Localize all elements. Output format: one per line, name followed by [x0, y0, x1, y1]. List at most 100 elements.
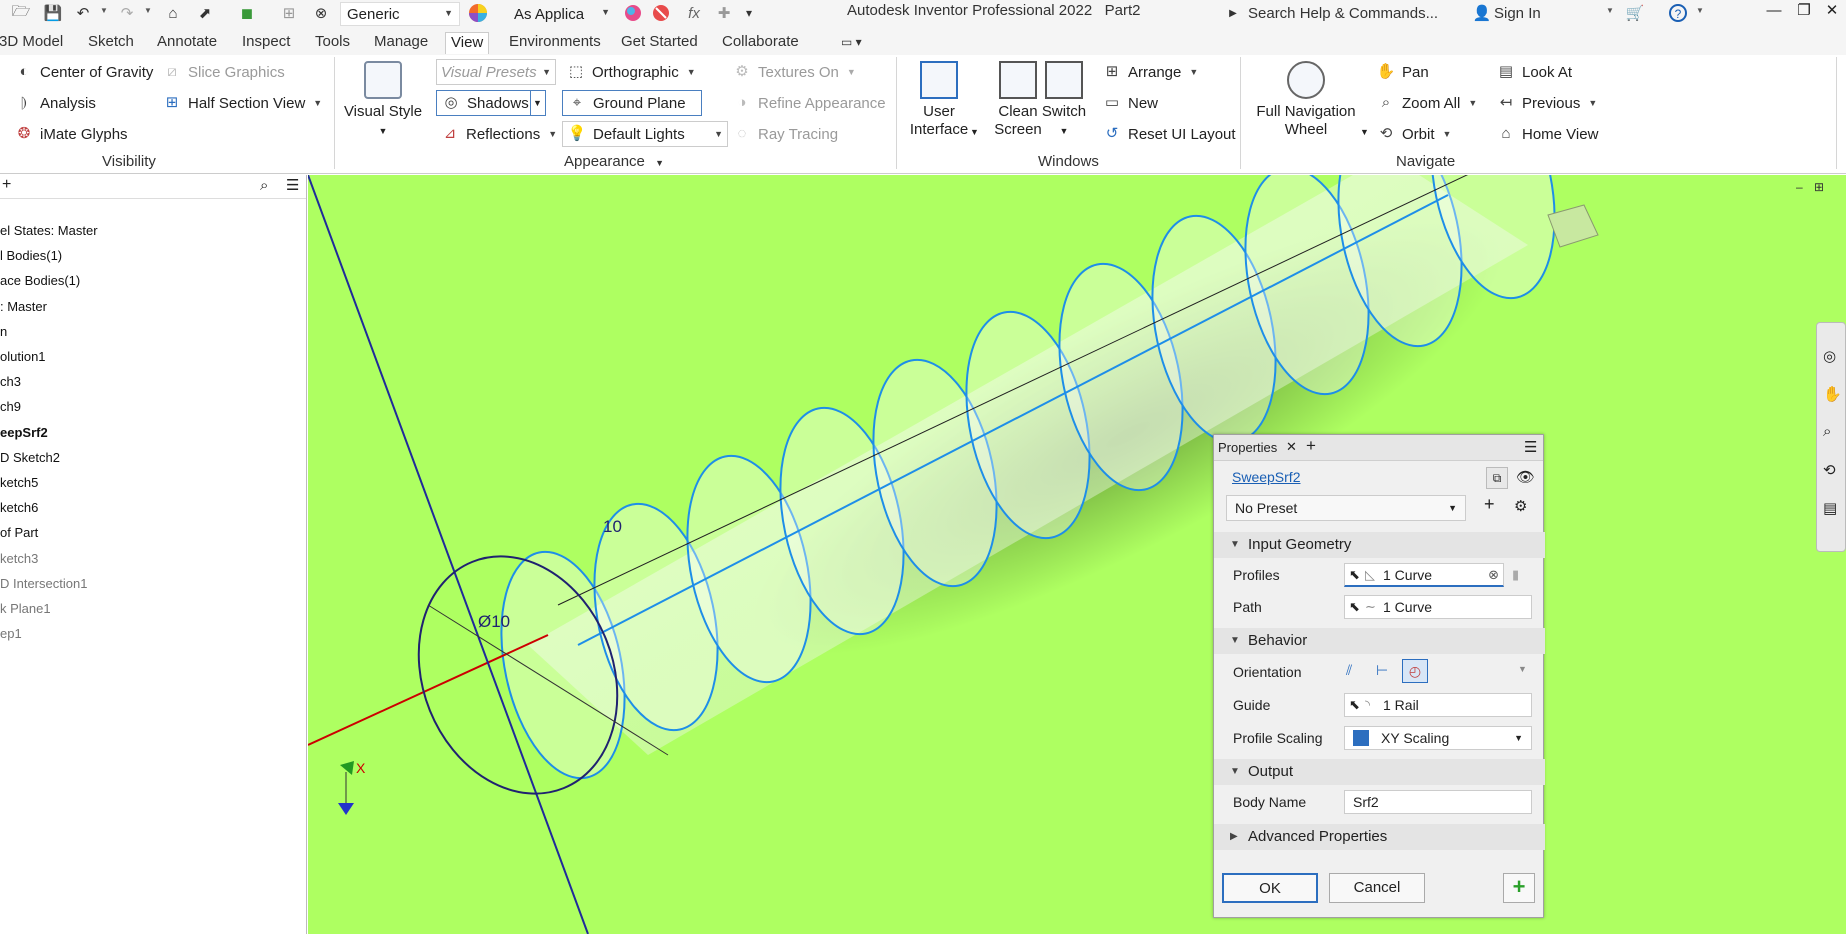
ribbon-display-options-icon[interactable]: ▭ ▾ — [836, 32, 867, 54]
appearance-combo[interactable]: Generic ▼ — [340, 2, 460, 26]
material-combo[interactable]: As Applica ▼ — [508, 2, 616, 26]
browser-tree-item[interactable]: ace Bodies(1) — [0, 273, 80, 288]
browser-tree-item[interactable]: n — [0, 324, 7, 339]
path-orientation-icon[interactable]: ⫽ — [1346, 662, 1352, 679]
dimension-diameter-label[interactable]: Ø10 — [478, 612, 510, 631]
browser-tree-item[interactable]: ketch5 — [0, 475, 38, 490]
tab-manage[interactable]: Manage — [369, 32, 433, 54]
zoom-nav-icon[interactable]: ⌕ — [1823, 423, 1831, 440]
tab-get-started[interactable]: Get Started — [616, 32, 703, 54]
open-folder-icon[interactable]: 🗁 — [10, 2, 32, 24]
menu-icon[interactable]: ☰ — [286, 176, 299, 194]
help-icon[interactable]: ? — [1666, 2, 1690, 24]
redo-icon[interactable]: ↷ — [116, 2, 138, 24]
pan-button[interactable]: ✋ Pan — [1376, 59, 1429, 85]
tab-collaborate[interactable]: Collaborate — [717, 32, 804, 54]
help-dropdown-icon[interactable]: ▼ — [1696, 6, 1704, 15]
browser-tree-item[interactable]: D Sketch2 — [0, 450, 60, 465]
behavior-section[interactable]: ▼ Behavior — [1214, 628, 1545, 654]
user-interface-dropdown-icon[interactable]: ▼ — [970, 119, 979, 145]
new-window-button[interactable]: ▭ New — [1102, 90, 1158, 116]
chevron-down-icon[interactable]: ▼ — [1518, 664, 1527, 674]
clear-appearance-icon[interactable] — [650, 2, 672, 24]
ray-tracing-button[interactable]: ◌ Ray Tracing — [732, 121, 839, 147]
slice-graphics-button[interactable]: ⧄ Slice Graphics — [162, 59, 284, 85]
restore-icon[interactable]: ❐ — [1790, 0, 1818, 26]
cancel-button[interactable]: Cancel — [1329, 873, 1425, 903]
apply-plus-button[interactable]: + — [1503, 873, 1535, 903]
measure-icon[interactable]: ⊞ — [278, 2, 300, 24]
default-lights-combo[interactable]: 💡 Default Lights ▼ — [562, 121, 728, 147]
select-icon[interactable]: ⬈ — [194, 2, 216, 24]
undo-dropdown-icon[interactable]: ▼ — [100, 6, 108, 15]
color-wheel-icon[interactable] — [466, 2, 490, 24]
cart-icon[interactable]: 🛒 — [1622, 2, 1648, 24]
properties-tab[interactable]: Properties — [1218, 440, 1277, 455]
panel-menu-icon[interactable]: ☰ — [1524, 438, 1537, 456]
ground-plane-button[interactable]: ⌖ Ground Plane — [562, 90, 702, 116]
arrow-right-icon[interactable]: ▶ — [1228, 2, 1238, 24]
path-selector[interactable]: ⬉ ∼ 1 Curve — [1344, 595, 1532, 619]
add-tab-icon[interactable]: + — [1306, 436, 1316, 456]
chevron-down-icon[interactable]: ▼ — [313, 98, 322, 108]
browser-tree-item[interactable]: ep1 — [0, 626, 22, 641]
imate-glyphs-button[interactable]: ❂ iMate Glyphs — [14, 121, 128, 147]
output-section[interactable]: ▼ Output — [1214, 759, 1545, 785]
browser-tree-item[interactable]: ch9 — [0, 399, 21, 414]
tab-annotate[interactable]: Annotate — [152, 32, 222, 54]
customize-quick-access-icon[interactable]: ▾ — [740, 2, 758, 24]
visibility-eye-icon[interactable]: 👁 — [1516, 468, 1535, 486]
refine-appearance-button[interactable]: ◑ Refine Appearance — [732, 90, 885, 116]
home-view-button[interactable]: ⌂ Home View — [1496, 121, 1598, 147]
search-help-field[interactable]: Search Help & Commands... — [1238, 0, 1478, 26]
orbit-nav-icon[interactable]: ⟲ — [1823, 461, 1836, 479]
shadows-dropdown[interactable]: ▼ — [530, 90, 546, 116]
guide-selector[interactable]: ⬉ ◝ 1 Rail — [1344, 693, 1532, 717]
tab-view[interactable]: View — [445, 32, 490, 54]
guide-orientation-icon[interactable]: ◴ — [1402, 659, 1428, 683]
add-panel-icon[interactable]: + — [2, 176, 11, 194]
add-preset-icon[interactable]: + — [1484, 494, 1495, 515]
arrange-button[interactable]: ⊞ Arrange ▼ — [1102, 59, 1199, 85]
viewport-tile-icon[interactable]: ⊞ — [1814, 180, 1824, 194]
browser-tree-item[interactable]: : Master — [0, 299, 47, 314]
home-icon[interactable]: ⌂ — [162, 2, 184, 24]
search-icon[interactable]: ⌕ — [260, 177, 268, 194]
appearance-group-label[interactable]: Appearance ▼ — [564, 153, 664, 170]
look-at-button[interactable]: ▤ Look At — [1496, 59, 1572, 85]
minimize-icon[interactable]: — — [1760, 0, 1788, 26]
browser-tree-item[interactable]: l Bodies(1) — [0, 248, 62, 263]
parallel-orientation-icon[interactable]: ⊢ — [1376, 662, 1388, 679]
browser-tree-item[interactable]: D Intersection1 — [0, 576, 87, 591]
fx-parameters-icon[interactable]: fx — [682, 2, 706, 24]
visual-presets-combo[interactable]: Visual Presets ▼ — [436, 59, 556, 85]
tab-tools[interactable]: Tools — [310, 32, 355, 54]
sign-in-button[interactable]: Sign In — [1494, 2, 1574, 24]
clear-selection-icon[interactable]: ⊗ — [1488, 564, 1499, 586]
undo-icon[interactable]: ↶ — [72, 2, 94, 24]
browser-tree-item[interactable]: olution1 — [0, 349, 46, 364]
close-icon[interactable]: ✕ — [1818, 0, 1846, 26]
profile-scaling-combo[interactable]: XY Scaling ▼ — [1344, 726, 1532, 750]
preset-combo[interactable]: No Preset ▼ — [1226, 495, 1466, 521]
orbit-button[interactable]: ⟲ Orbit ▼ — [1376, 121, 1452, 147]
user-interface-button[interactable]: User Interface — [906, 61, 972, 139]
full-navigation-wheel-button[interactable]: Full Navigation Wheel — [1250, 61, 1362, 139]
user-icon[interactable]: 👤 — [1470, 2, 1494, 24]
center-of-gravity-button[interactable]: ◐ Center of Gravity — [14, 59, 153, 85]
profiles-selector[interactable]: ⬉ ◺ 1 Curve ⊗ — [1344, 563, 1504, 587]
browser-tree-item[interactable]: eepSrf2 — [0, 425, 48, 440]
dimension-length-label[interactable]: 10 — [603, 517, 622, 536]
advanced-properties-section[interactable]: ▶ Advanced Properties — [1214, 824, 1545, 850]
reset-ui-layout-button[interactable]: ↺ Reset UI Layout — [1102, 121, 1236, 147]
nav-wheel-dropdown-icon[interactable]: ▼ — [1360, 119, 1369, 145]
tab-environments[interactable]: Environments — [504, 32, 606, 54]
update-icon[interactable]: ◼ — [236, 2, 258, 24]
browser-tree-item[interactable]: ch3 — [0, 374, 21, 389]
browser-tree-item[interactable]: k Plane1 — [0, 601, 51, 616]
browser-tree-item[interactable]: of Part — [0, 525, 38, 540]
feature-name-link[interactable]: SweepSrf2 — [1232, 469, 1300, 485]
browser-tree-item[interactable]: el States: Master — [0, 223, 98, 238]
ok-button[interactable]: OK — [1222, 873, 1318, 903]
tab-3d-model[interactable]: 3D Model — [0, 32, 68, 54]
